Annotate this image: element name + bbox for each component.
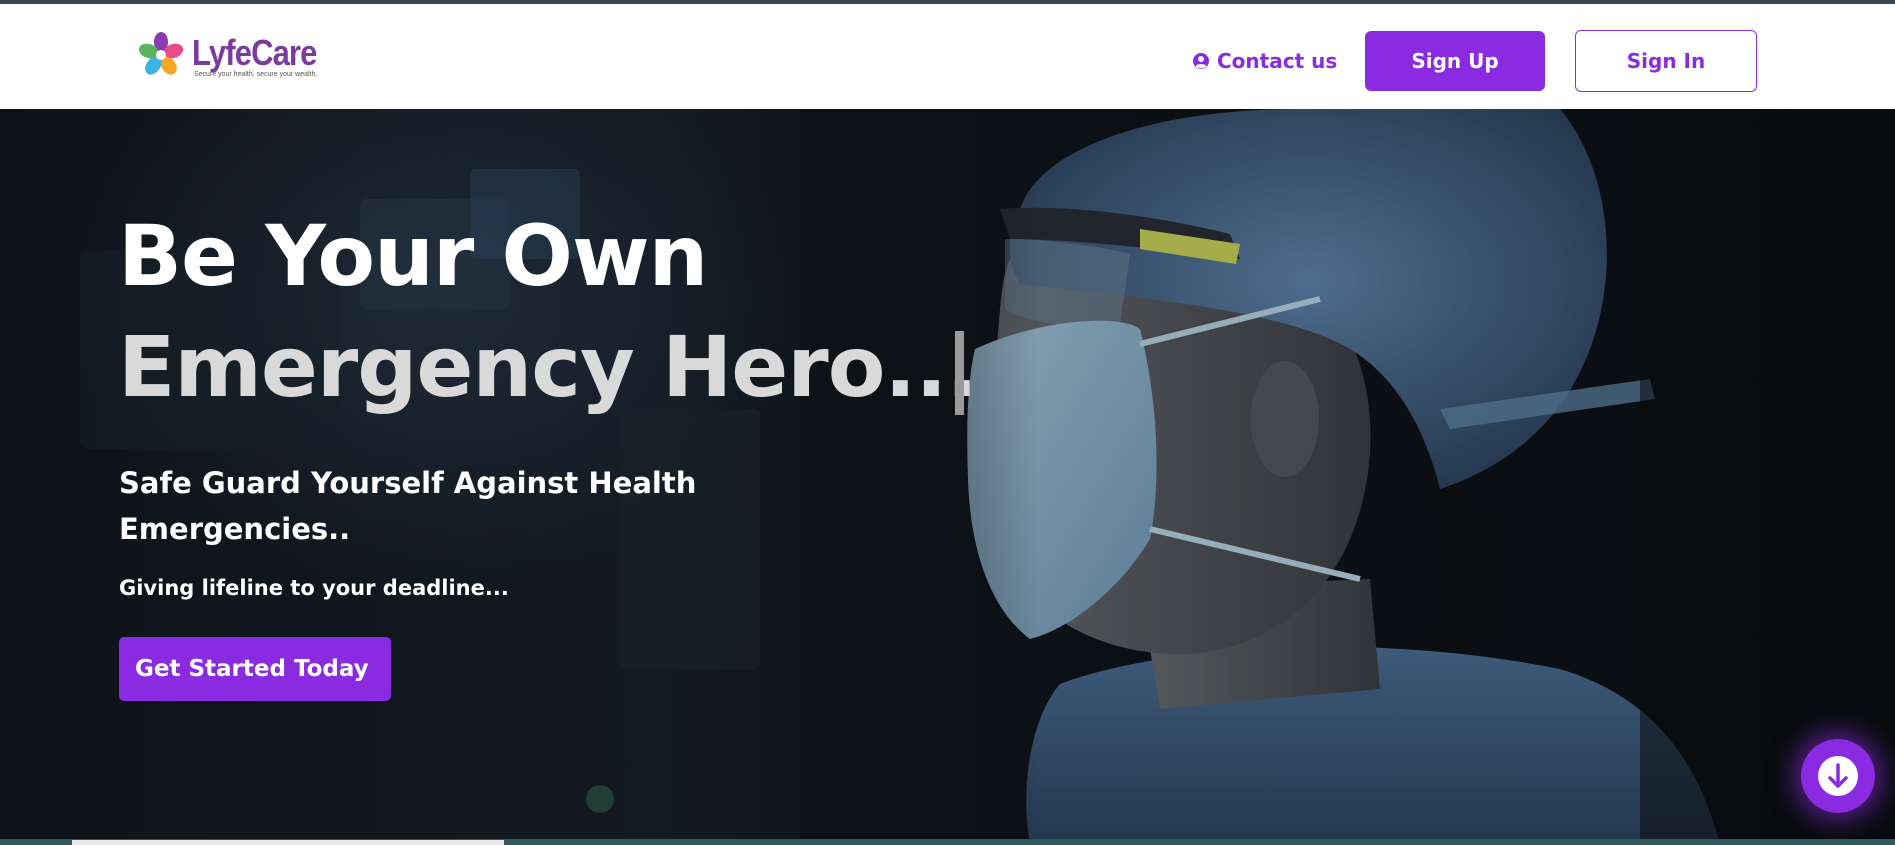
hero-tagline: Giving lifeline to your deadline... — [119, 576, 509, 600]
user-circle-icon — [1193, 53, 1209, 69]
scroll-down-button[interactable] — [1801, 739, 1875, 813]
navbar: LyfeCare Secure your health, secure your… — [0, 4, 1895, 109]
arrow-down-circle-icon — [1818, 756, 1858, 796]
hero-headline-line1: Be Your Own — [118, 207, 708, 305]
get-started-button[interactable]: Get Started Today — [119, 637, 391, 701]
sign-up-button[interactable]: Sign Up — [1365, 31, 1545, 91]
brand-name: LyfeCare — [192, 31, 317, 73]
lyfecare-logo-icon — [138, 32, 184, 75]
typing-cursor — [955, 331, 964, 415]
brand-logo[interactable]: LyfeCare Secure your health, secure your… — [134, 24, 344, 86]
hero-section: Be Your Own Emergency Hero... Safe Guard… — [0, 109, 1895, 845]
sign-in-button[interactable]: Sign In — [1575, 30, 1757, 92]
hero-headline-line2: Emergency Hero... — [118, 318, 978, 416]
hero-subheading: Safe Guard Yourself Against Health Emerg… — [119, 466, 697, 546]
contact-us-label: Contact us — [1217, 49, 1338, 73]
contact-us-link[interactable]: Contact us — [1192, 44, 1337, 78]
bottom-scroll-indicator — [72, 840, 504, 845]
